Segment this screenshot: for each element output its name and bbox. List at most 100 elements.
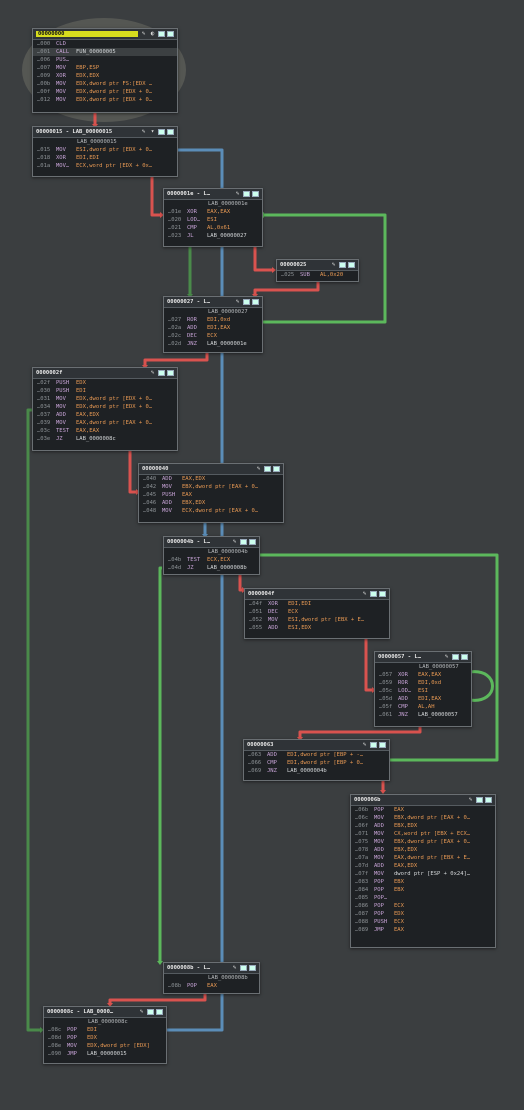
block-header[interactable]: 0000008c - LAB_0000… ✎ <box>44 1007 166 1018</box>
instr-07a[interactable]: …07a MOV EAX,dword ptr [EBX + E… <box>351 854 495 862</box>
edit-icon[interactable]: ✎ <box>255 466 262 472</box>
instr-075[interactable]: …075 MOV EBX,dword ptr [EAX + 0… <box>351 838 495 846</box>
edit-icon[interactable]: ✎ <box>138 1009 145 1015</box>
block-header[interactable]: 00000057 - L… ✎ <box>375 652 471 663</box>
maximize-icon[interactable] <box>240 965 247 971</box>
instr-083[interactable]: …083 POP EBX <box>351 878 495 886</box>
instr-06f[interactable]: …06f ADD EBX,EDX <box>351 822 495 830</box>
maximize-icon[interactable] <box>339 262 346 268</box>
snapshot-icon[interactable] <box>252 299 259 305</box>
block-header[interactable]: 0000001e - L… ✎ <box>164 189 262 200</box>
maximize-icon[interactable] <box>370 591 377 597</box>
snapshot-icon[interactable] <box>167 370 174 376</box>
instr-061[interactable]: …061 JNZ LAB_00000057 <box>375 711 471 719</box>
instr-090[interactable]: …090 JMP LAB_00000015 <box>44 1050 166 1058</box>
instr-04f[interactable]: …04f XOR EDI,EDI <box>245 600 389 608</box>
instr-039[interactable]: …039 MOV EAX,dword ptr [EAX + 0… <box>33 419 177 427</box>
color-icon[interactable]: ◐ <box>149 31 156 37</box>
instr-018[interactable]: …018 XOR EDI,EDI <box>33 154 177 162</box>
instr-007[interactable]: …007 MOV EBP,ESP <box>33 64 177 72</box>
block-header[interactable]: 0000002f ✎ <box>33 368 177 379</box>
instr-08e[interactable]: …08e MOV EDX,dword ptr [EDX] <box>44 1042 166 1050</box>
block-00000027[interactable]: 00000027 - L… ✎ LAB_00000027 …027 ROR EDI,… <box>163 296 263 353</box>
instr-04b[interactable]: …04b TEST ECX,ECX <box>164 556 259 564</box>
maximize-icon[interactable] <box>243 191 250 197</box>
block-00000015[interactable]: 00000015 - LAB_00000015 ✎ ▾ LAB_00000015… <box>32 126 178 177</box>
instr-000[interactable]: …000 CLD <box>33 40 177 48</box>
instr-042[interactable]: …042 MOV EBX,dword ptr [EAX + 0… <box>139 483 283 491</box>
block-0000002f[interactable]: 0000002f ✎ …02f PUSH EDX …030 PUSH EDI …031 M… <box>32 367 178 451</box>
edit-icon[interactable]: ✎ <box>231 539 238 545</box>
edit-icon[interactable]: ✎ <box>443 654 450 660</box>
instr-031[interactable]: …031 MOV EDX,dword ptr [EDX + 0… <box>33 395 177 403</box>
block-00000063[interactable]: 00000063 ✎ …063 ADD EDI,dword ptr [EBP + -… <box>243 739 390 781</box>
block-0000004f[interactable]: 0000004f ✎ …04f XOR EDI,EDI …051 DEC ECX …05… <box>244 588 390 639</box>
instr-025[interactable]: …025 SUB AL,0x20 <box>277 271 358 279</box>
instr-015[interactable]: …015 MOV ESI,dword ptr [EDX + 0… <box>33 146 177 154</box>
block-00000025[interactable]: 00000025 ✎ …025 SUB AL,0x20 <box>276 259 359 282</box>
instr-08c[interactable]: …08c POP EDI <box>44 1026 166 1034</box>
snapshot-icon[interactable] <box>348 262 355 268</box>
instr-084[interactable]: …084 POP EBX <box>351 886 495 894</box>
edit-icon[interactable]: ✎ <box>330 262 337 268</box>
instr-02d[interactable]: …02d JNZ LAB_0000001e <box>164 340 262 348</box>
instr-088[interactable]: …088 PUSH ECX <box>351 918 495 926</box>
block-0000008b[interactable]: 0000008b - L… ✎ LAB_0000008b …08b POP EAX <box>163 962 260 994</box>
block-header[interactable]: 00000000 ✎ ◐ <box>33 29 177 40</box>
instr-066[interactable]: …066 CMP EDI,dword ptr [EBP + 0… <box>244 759 389 767</box>
instr-027[interactable]: …027 ROR EDI,0xd <box>164 316 262 324</box>
maximize-icon[interactable] <box>370 742 377 748</box>
instr-00b[interactable]: …00b MOV EDX,dword ptr FS:[EDX … <box>33 80 177 88</box>
instr-05f[interactable]: …05f CMP AL,AH <box>375 703 471 711</box>
snapshot-icon[interactable] <box>379 591 386 597</box>
block-00000057[interactable]: 00000057 - L… ✎ LAB_00000057 …057 XOR EAX,… <box>374 651 472 727</box>
instr-059[interactable]: …059 ROR EDI,0xd <box>375 679 471 687</box>
maximize-icon[interactable] <box>158 370 165 376</box>
edit-icon[interactable]: ✎ <box>361 742 368 748</box>
edit-icon[interactable]: ✎ <box>140 31 147 37</box>
snapshot-icon[interactable] <box>461 654 468 660</box>
instr-01a[interactable]: …01a MOV… ECX,word ptr [EDX + 0x… <box>33 162 177 170</box>
block-header[interactable]: 00000063 ✎ <box>244 740 389 751</box>
snapshot-icon[interactable] <box>273 466 280 472</box>
instr-045[interactable]: …045 PUSH EAX <box>139 491 283 499</box>
instr-06b[interactable]: …06b POP EAX <box>351 806 495 814</box>
instr-063[interactable]: …063 ADD EDI,dword ptr [EBP + -… <box>244 751 389 759</box>
instr-034[interactable]: …034 MOV EDX,dword ptr [EDX + 0… <box>33 403 177 411</box>
instr-00f[interactable]: …00f MOV EDX,dword ptr [EDX + 0… <box>33 88 177 96</box>
maximize-icon[interactable] <box>243 299 250 305</box>
edit-icon[interactable]: ✎ <box>361 591 368 597</box>
block-0000004b[interactable]: 0000004b - L… ✎ LAB_0000004b …04b TEST ECX… <box>163 536 260 575</box>
block-00000040[interactable]: 00000040 ✎ …040 ADD EAX,EDX …042 MOV EBX,dwo… <box>138 463 284 523</box>
block-header[interactable]: 00000015 - LAB_00000015 ✎ ▾ <box>33 127 177 138</box>
instr-07d[interactable]: …07d ADD EAX,EDX <box>351 862 495 870</box>
instr-037[interactable]: …037 ADD EAX,EDX <box>33 411 177 419</box>
instr-03c[interactable]: …03c TEST EAX,EAX <box>33 427 177 435</box>
instr-006[interactable]: …006 PUS… <box>33 56 177 64</box>
instr-086[interactable]: …086 POP ECX <box>351 902 495 910</box>
instr-055[interactable]: …055 ADD ESI,EDX <box>245 624 389 632</box>
maximize-icon[interactable] <box>240 539 247 545</box>
instr-089[interactable]: …089 JMP EAX <box>351 926 495 934</box>
color-icon[interactable]: ▾ <box>149 129 156 135</box>
instr-057[interactable]: …057 XOR EAX,EAX <box>375 671 471 679</box>
maximize-icon[interactable] <box>158 31 165 37</box>
maximize-icon[interactable] <box>147 1009 154 1015</box>
instr-02c[interactable]: …02c DEC ECX <box>164 332 262 340</box>
instr-07f[interactable]: …07f MOV dword ptr [ESP + 0x24]… <box>351 870 495 878</box>
block-header[interactable]: 0000004b - L… ✎ <box>164 537 259 548</box>
instr-078[interactable]: …078 ADD EBX,EDX <box>351 846 495 854</box>
instr-04d[interactable]: …04d JZ LAB_0000008b <box>164 564 259 572</box>
instr-02f[interactable]: …02f PUSH EDX <box>33 379 177 387</box>
instr-071[interactable]: …071 MOV CX,word ptr [EBX + ECX… <box>351 830 495 838</box>
edit-icon[interactable]: ✎ <box>234 191 241 197</box>
instr-012[interactable]: …012 MOV EDX,dword ptr [EDX + 0… <box>33 96 177 104</box>
snapshot-icon[interactable] <box>167 129 174 135</box>
instr-05c[interactable]: …05c LOD… ESI <box>375 687 471 695</box>
maximize-icon[interactable] <box>452 654 459 660</box>
instr-040[interactable]: …040 ADD EAX,EDX <box>139 475 283 483</box>
block-header[interactable]: 00000025 ✎ <box>277 260 358 271</box>
maximize-icon[interactable] <box>158 129 165 135</box>
instr-023[interactable]: …023 JL LAB_00000027 <box>164 232 262 240</box>
instr-021[interactable]: …021 CMP AL,0x61 <box>164 224 262 232</box>
